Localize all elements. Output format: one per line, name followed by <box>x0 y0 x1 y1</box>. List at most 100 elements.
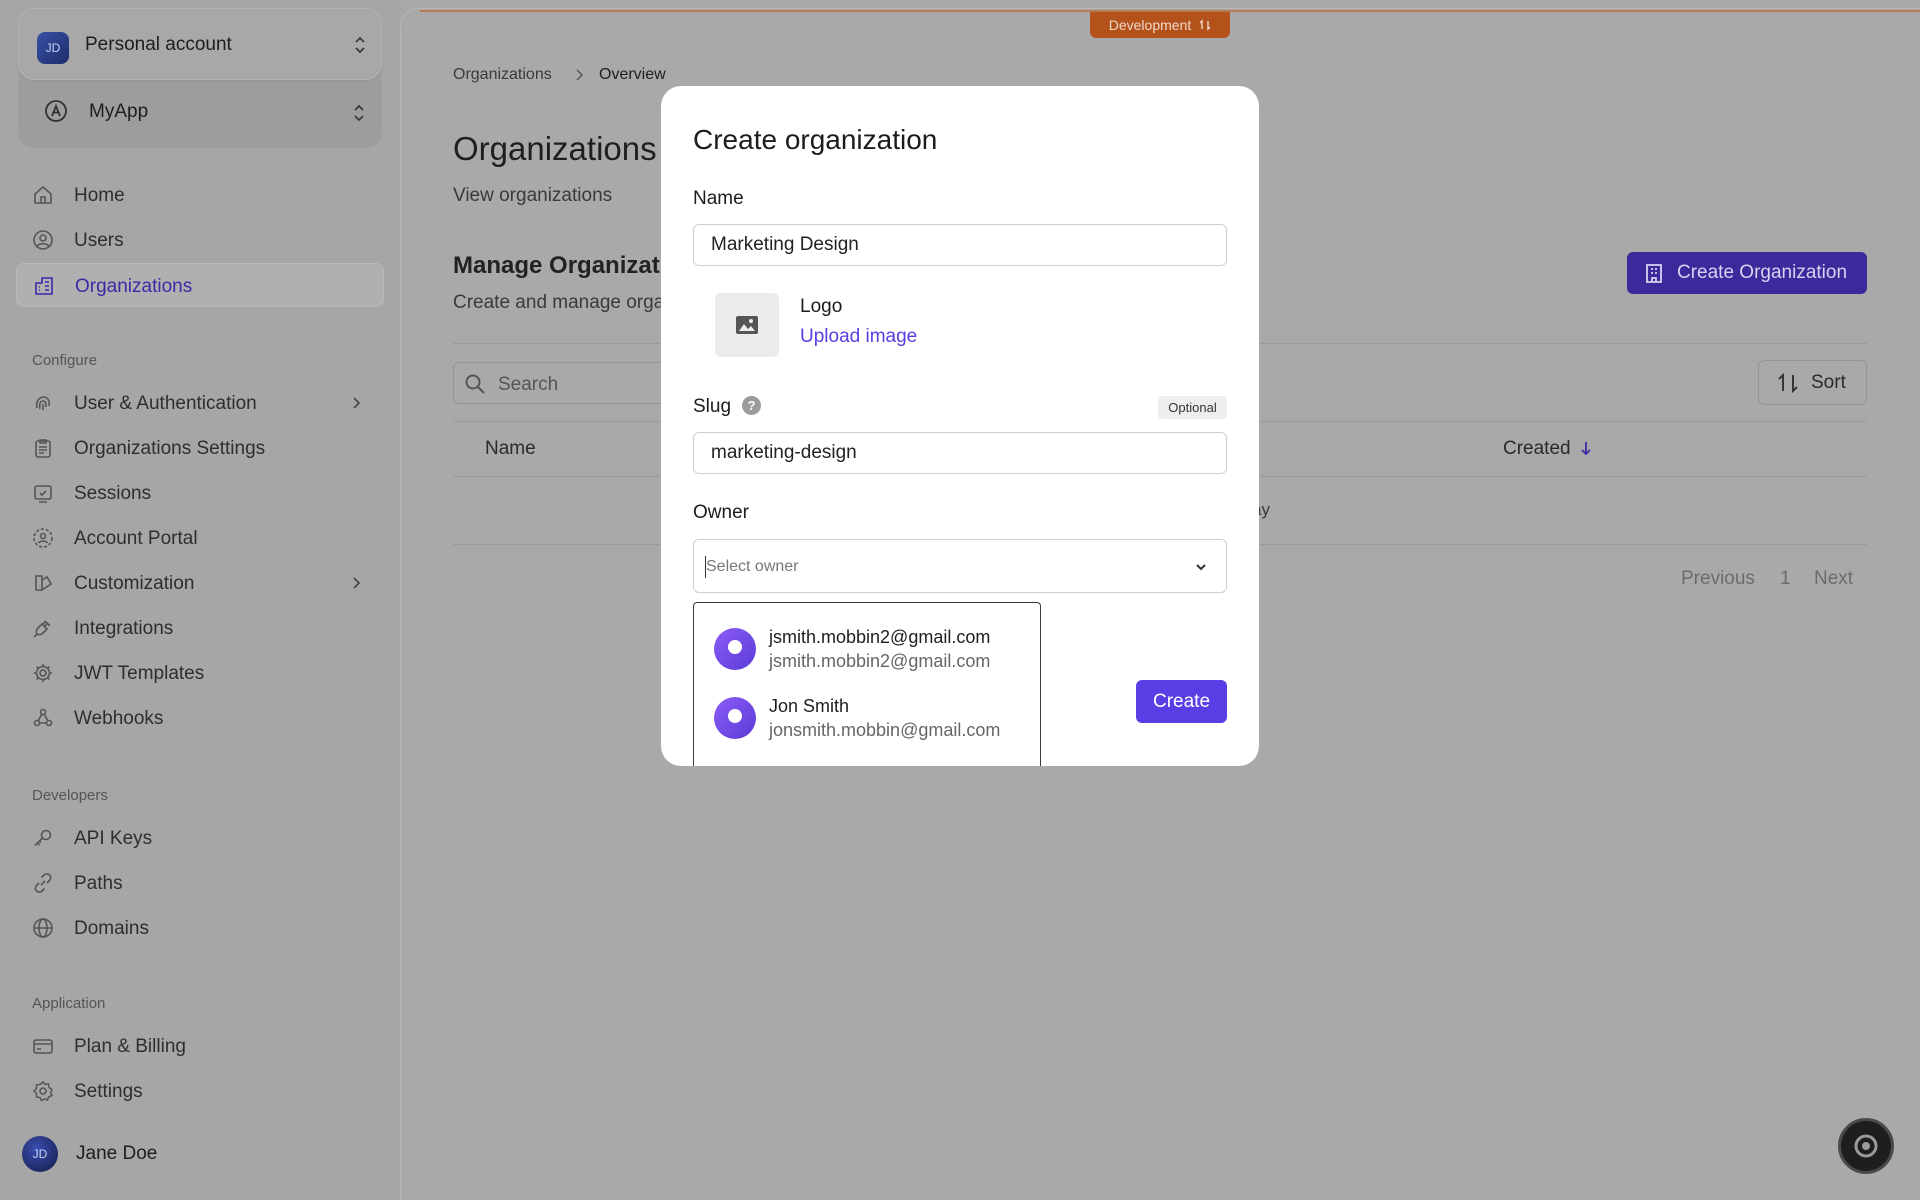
owner-option[interactable]: Jon Smith jonsmith.mobbin@gmail.com <box>714 688 1040 748</box>
sidebar-item-label: Paths <box>74 873 123 894</box>
sidebar-item-account-portal[interactable]: Account Portal <box>16 516 384 560</box>
app-logo-icon <box>45 100 67 122</box>
column-header-created[interactable]: Created <box>1503 438 1592 460</box>
sort-icon <box>1778 372 1798 393</box>
sort-button[interactable]: Sort <box>1758 360 1867 405</box>
account-avatar: JD <box>37 32 69 64</box>
sidebar-item-label: JWT Templates <box>74 663 205 684</box>
sidebar-item-paths[interactable]: Paths <box>16 861 384 905</box>
sort-label: Sort <box>1811 371 1846 393</box>
create-button[interactable]: Create <box>1136 680 1227 723</box>
slug-label: Slug <box>693 396 732 417</box>
section-subtitle: Create and manage orga <box>453 292 665 313</box>
sidebar-item-label: Integrations <box>74 618 174 639</box>
pagination-next[interactable]: Next <box>1814 568 1853 590</box>
owner-select[interactable]: Select owner <box>693 539 1227 593</box>
sidebar-item-sessions[interactable]: Sessions <box>16 471 384 515</box>
owner-placeholder: Select owner <box>706 558 799 575</box>
sidebar-item-label: Organizations Settings <box>74 438 266 459</box>
breadcrumb-current: Overview <box>599 66 666 83</box>
help-chat-button[interactable] <box>1838 1118 1894 1174</box>
sidebar-item-users[interactable]: Users <box>16 218 384 262</box>
search-icon <box>465 374 485 394</box>
sidebar-item-label: Customization <box>74 573 195 594</box>
app-switcher[interactable]: MyApp <box>18 80 382 148</box>
pagination-previous[interactable]: Previous <box>1681 568 1755 590</box>
sidebar-item-jwt-templates[interactable]: JWT Templates <box>16 651 384 695</box>
image-icon <box>736 316 758 334</box>
chevron-down-icon <box>1196 564 1206 571</box>
credit-card-icon <box>33 1039 53 1054</box>
user-name: Jane Doe <box>76 1143 158 1164</box>
personal-account-switcher[interactable]: JD Personal account <box>18 8 382 80</box>
owner-dropdown: jsmith.mobbin2@gmail.com jsmith.mobbin2@… <box>693 602 1041 766</box>
sidebar-item-label: Webhooks <box>74 708 164 729</box>
create-organization-button[interactable]: Create Organization <box>1627 252 1867 294</box>
breadcrumb-organizations[interactable]: Organizations <box>453 66 552 84</box>
chevron-right-icon <box>353 577 361 589</box>
link-icon <box>34 873 52 893</box>
section-label-developers: Developers <box>32 787 108 804</box>
upload-image-link[interactable]: Upload image <box>800 326 917 348</box>
sidebar-item-label: Home <box>74 185 125 206</box>
sidebar-item-organizations[interactable]: Organizations <box>16 263 384 307</box>
sidebar-item-customization[interactable]: Customization <box>16 561 384 605</box>
sidebar-item-label: Sessions <box>74 483 152 504</box>
portal-icon <box>33 528 53 548</box>
section-title: Manage Organizat <box>453 252 660 279</box>
account-name: Personal account <box>85 34 232 55</box>
sidebar-item-label: Plan & Billing <box>74 1036 186 1057</box>
building-icon <box>1646 264 1662 283</box>
logo-label: Logo <box>800 296 843 317</box>
key-icon <box>34 829 52 847</box>
help-icon[interactable]: ? <box>742 396 761 415</box>
sidebar-item-domains[interactable]: Domains <box>16 906 384 950</box>
owner-label: Owner <box>693 502 749 523</box>
sidebar-item-home[interactable]: Home <box>16 173 384 217</box>
session-icon <box>34 485 52 503</box>
sidebar-item-user-authentication[interactable]: User & Authentication <box>16 381 384 425</box>
sidebar-item-label: User & Authentication <box>74 393 257 414</box>
globe-icon <box>33 918 53 938</box>
sidebar-item-label: API Keys <box>74 828 153 849</box>
slug-field[interactable]: marketing-design <box>693 432 1227 474</box>
environment-badge[interactable]: Development <box>1090 12 1230 38</box>
building-icon <box>35 277 53 295</box>
avatar <box>714 697 756 739</box>
page-title: Organizations <box>453 130 657 167</box>
palette-icon <box>35 575 53 591</box>
owner-option-email: jsmith.mobbin2@gmail.com <box>769 651 991 671</box>
environment-label: Development <box>1108 17 1192 33</box>
avatar <box>714 628 756 670</box>
sidebar-item-plan-billing[interactable]: Plan & Billing <box>16 1024 384 1068</box>
sidebar-item-organizations-settings[interactable]: Organizations Settings <box>16 426 384 470</box>
column-header-created-label: Created <box>1503 438 1571 459</box>
sidebar-item-label: Account Portal <box>74 528 198 549</box>
page-subtitle: View organizations <box>453 185 613 206</box>
name-label: Name <box>693 188 744 209</box>
sidebar-item-settings[interactable]: Settings <box>16 1069 384 1113</box>
owner-option-name: jsmith.mobbin2@gmail.com <box>769 627 991 647</box>
column-header-name[interactable]: Name <box>485 438 536 460</box>
sidebar-item-webhooks[interactable]: Webhooks <box>16 696 384 740</box>
create-organization-modal: Create organization Name Marketing Desig… <box>661 86 1259 766</box>
sidebar-item-label: Settings <box>74 1081 143 1102</box>
section-label-configure: Configure <box>32 352 98 369</box>
search-input[interactable]: Search <box>453 362 693 404</box>
owner-option[interactable]: jsmith.mobbin2@gmail.com jsmith.mobbin2@… <box>714 619 1040 679</box>
search-placeholder: Search <box>498 374 559 395</box>
owner-option-email: jonsmith.mobbin@gmail.com <box>769 720 1001 740</box>
sidebar-item-api-keys[interactable]: API Keys <box>16 816 384 860</box>
name-field[interactable]: Marketing Design <box>693 224 1227 266</box>
swap-icon <box>1199 19 1211 31</box>
account-switcher-card: JD Personal account MyApp <box>18 8 382 148</box>
pagination-page[interactable]: 1 <box>1780 568 1791 590</box>
gear-icon <box>34 664 52 682</box>
sidebar-item-label: Organizations <box>75 276 193 297</box>
arrow-down-icon <box>1581 442 1591 456</box>
logo-preview[interactable] <box>715 293 779 357</box>
sidebar: JD Personal account MyApp Home Users Org… <box>0 0 400 1200</box>
sidebar-item-integrations[interactable]: Integrations <box>16 606 384 650</box>
plug-icon <box>33 620 51 638</box>
chevron-right-icon <box>576 69 584 81</box>
